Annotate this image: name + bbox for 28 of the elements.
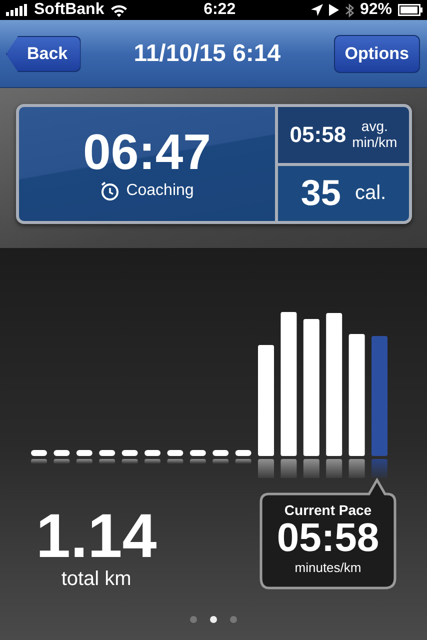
clock-time: 6:22 (204, 1, 236, 19)
distance-value: 1.14 (36, 506, 157, 568)
stopwatch-icon (100, 181, 120, 201)
navigation-title: 11/10/15 6:14 (134, 40, 281, 68)
distance-unit: total km (61, 568, 132, 591)
wifi-icon (110, 4, 128, 16)
current-pace-unit: minutes/km (294, 560, 362, 575)
duration-value: 06:47 (83, 127, 211, 177)
signal-icon (6, 4, 28, 16)
pace-unit: min/km (352, 134, 398, 150)
battery-icon (398, 4, 423, 16)
page-dot[interactable] (210, 616, 217, 622)
calories-value: 35 (300, 172, 341, 214)
play-icon (328, 4, 339, 16)
average-label: avg. (361, 119, 388, 135)
page-dot[interactable] (230, 616, 237, 622)
carrier-name: SoftBank (34, 1, 104, 19)
battery-percent: 92% (360, 1, 392, 19)
current-pace-title: Current Pace (284, 502, 372, 518)
average-pace-value: 05:58 (290, 122, 346, 148)
options-button[interactable]: Options (334, 35, 420, 73)
coaching-label: Coaching (126, 182, 194, 200)
page-dot[interactable] (190, 616, 197, 622)
current-pace-value: 05:58 (276, 518, 380, 558)
bluetooth-icon (344, 2, 354, 18)
location-arrow-icon (310, 4, 323, 16)
back-button[interactable]: Back (6, 36, 81, 72)
calories-unit: cal. (354, 182, 386, 205)
